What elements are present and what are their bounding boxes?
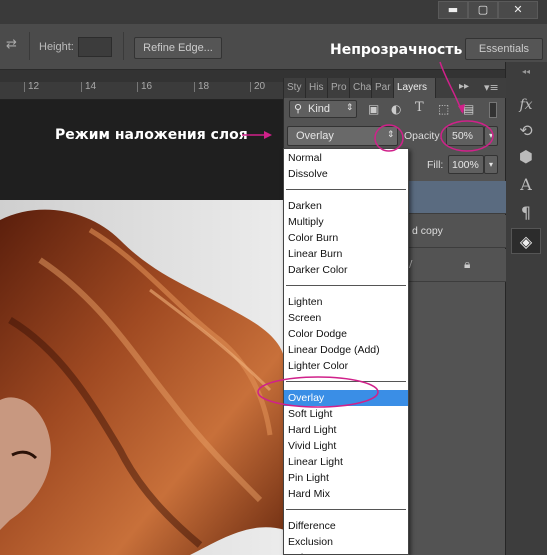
fx-icon[interactable]: fx — [511, 92, 541, 118]
blend-mode-option[interactable]: Vivid Light — [284, 438, 408, 454]
options-bar: ⇄ Height: Refine Edge... Essentials — [0, 24, 547, 70]
fill-input[interactable]: 100% — [448, 155, 484, 174]
panel-menu-icon[interactable]: ▾≡ — [484, 81, 499, 94]
layer-name-fragment: / — [409, 259, 413, 270]
blend-mode-dropdown[interactable]: Normal Dissolve Darken Multiply Color Burn Li… — [283, 148, 409, 555]
tab-history[interactable]: His — [306, 78, 328, 98]
opacity-annotation: Непрозрачность — [330, 42, 463, 58]
blend-mode-option[interactable]: Hard Light — [284, 422, 408, 438]
blend-mode-option[interactable]: Lighten — [284, 294, 408, 310]
maximize-button[interactable]: ▢ — [468, 1, 498, 19]
ruler-tick: 20 — [250, 82, 265, 92]
tab-character[interactable]: Cha — [350, 78, 372, 98]
opacity-value: 50% — [452, 130, 474, 142]
blend-mode-option[interactable]: Lighter Color — [284, 358, 408, 374]
blend-mode-option[interactable]: Exclusion — [284, 534, 408, 550]
fill-dropdown-button[interactable]: ▾ — [484, 155, 498, 174]
blend-mode-option[interactable]: Screen — [284, 310, 408, 326]
fill-value: 100% — [452, 159, 479, 171]
blend-mode-option[interactable]: Dissolve — [284, 166, 408, 182]
blend-mode-option[interactable]: Normal — [284, 150, 408, 166]
pixel-filter-icon[interactable]: ▣ — [368, 102, 379, 116]
blend-mode-option[interactable]: Hard Mix — [284, 486, 408, 502]
tab-paragraph[interactable]: Par — [372, 78, 394, 98]
swap-arrows-icon[interactable]: ⇄ — [6, 38, 24, 52]
divider — [29, 32, 30, 60]
blend-mode-separator — [286, 509, 406, 510]
paragraph-icon[interactable]: ¶ — [511, 200, 541, 226]
close-icon: ✕ — [513, 3, 523, 16]
blend-mode-option[interactable]: Soft Light — [284, 406, 408, 422]
height-input[interactable] — [78, 37, 112, 57]
layers-icon[interactable]: ◈ — [511, 228, 541, 254]
kind-label: Kind — [308, 103, 331, 115]
tab-styles[interactable]: Sty — [284, 78, 306, 98]
blend-mode-option[interactable]: Linear Light — [284, 454, 408, 470]
type-filter-icon[interactable]: T — [415, 100, 424, 115]
ruler-tick: 14 — [81, 82, 96, 92]
minimize-button[interactable]: ▬ — [438, 1, 468, 19]
blend-mode-separator — [286, 189, 406, 190]
chevron-down-icon: ▾ — [488, 160, 493, 169]
blend-mode-separator — [286, 381, 406, 382]
collapse-arrows-icon[interactable]: ◂◂ — [512, 68, 540, 76]
height-label: Height: — [39, 41, 74, 53]
blend-mode-value: Overlay — [296, 130, 334, 142]
blend-mode-option[interactable]: Multiply — [284, 214, 408, 230]
blend-mode-option[interactable]: Darken — [284, 198, 408, 214]
smart-object-filter-icon[interactable]: ▤ — [463, 102, 474, 116]
title-bar: ▬ ▢ ✕ — [0, 0, 547, 24]
blend-mode-separator — [286, 285, 406, 286]
maximize-icon: ▢ — [477, 3, 489, 16]
blend-mode-option[interactable]: Overlay — [284, 390, 408, 406]
chevron-down-icon: ▾ — [488, 131, 493, 140]
tab-layers[interactable]: Layers — [394, 78, 436, 98]
ruler-tick: 18 — [194, 82, 209, 92]
blend-mode-option[interactable]: Linear Burn — [284, 246, 408, 262]
workspace-button[interactable]: Essentials — [465, 38, 543, 60]
blend-mode-select[interactable]: Overlay ⇕ — [287, 126, 398, 146]
fill-label: Fill: — [427, 159, 444, 171]
divider — [123, 32, 124, 60]
character-icon[interactable]: A — [511, 172, 541, 198]
filter-toggle[interactable] — [489, 102, 497, 118]
ruler-tick: 16 — [137, 82, 152, 92]
blend-annotation: Режим наложения слоя — [55, 127, 248, 143]
right-toolbar: ◂◂ fx ⟲ ⬢ A ¶ ◈ — [505, 62, 547, 555]
blend-mode-option[interactable]: Subtract — [284, 550, 408, 554]
chevron-updown-icon: ⇕ — [346, 102, 354, 112]
blend-mode-option[interactable]: Linear Dodge (Add) — [284, 342, 408, 358]
canvas-dark-area — [0, 100, 285, 200]
minimize-icon: ▬ — [447, 3, 459, 16]
opacity-label: Opacity: — [404, 130, 443, 142]
opacity-dropdown-button[interactable]: ▾ — [484, 126, 498, 146]
blend-mode-option[interactable]: Pin Light — [284, 470, 408, 486]
tab-properties[interactable]: Pro — [328, 78, 350, 98]
shape-filter-icon[interactable]: ⬚ — [438, 102, 449, 116]
blend-mode-option[interactable]: Color Dodge — [284, 326, 408, 342]
adjustments-icon[interactable]: ⟲ — [511, 118, 541, 144]
search-icon: ⚲ — [294, 103, 303, 115]
ruler-tick: 12 — [24, 82, 39, 92]
blend-mode-option[interactable]: Difference — [284, 518, 408, 534]
layer-name: d copy — [412, 225, 443, 237]
lock-icon: 🔒︎ — [464, 257, 471, 271]
opacity-input[interactable]: 50% — [446, 126, 484, 146]
collapse-panel-icon[interactable]: ▸▸ — [459, 81, 469, 92]
canvas-photo[interactable] — [0, 200, 285, 555]
refine-edge-button[interactable]: Refine Edge... — [134, 37, 222, 59]
close-button[interactable]: ✕ — [498, 1, 538, 19]
adjustment-filter-icon[interactable]: ◐ — [391, 102, 401, 116]
horizontal-ruler: 12 14 16 18 20 — [0, 82, 285, 100]
cube-icon[interactable]: ⬢ — [511, 144, 541, 170]
blend-mode-option[interactable]: Darker Color — [284, 262, 408, 278]
kind-filter-select[interactable]: ⚲ Kind ⇕ — [289, 100, 357, 118]
chevron-updown-icon: ⇕ — [387, 129, 395, 139]
hair-image — [0, 200, 285, 555]
blend-mode-option[interactable]: Color Burn — [284, 230, 408, 246]
